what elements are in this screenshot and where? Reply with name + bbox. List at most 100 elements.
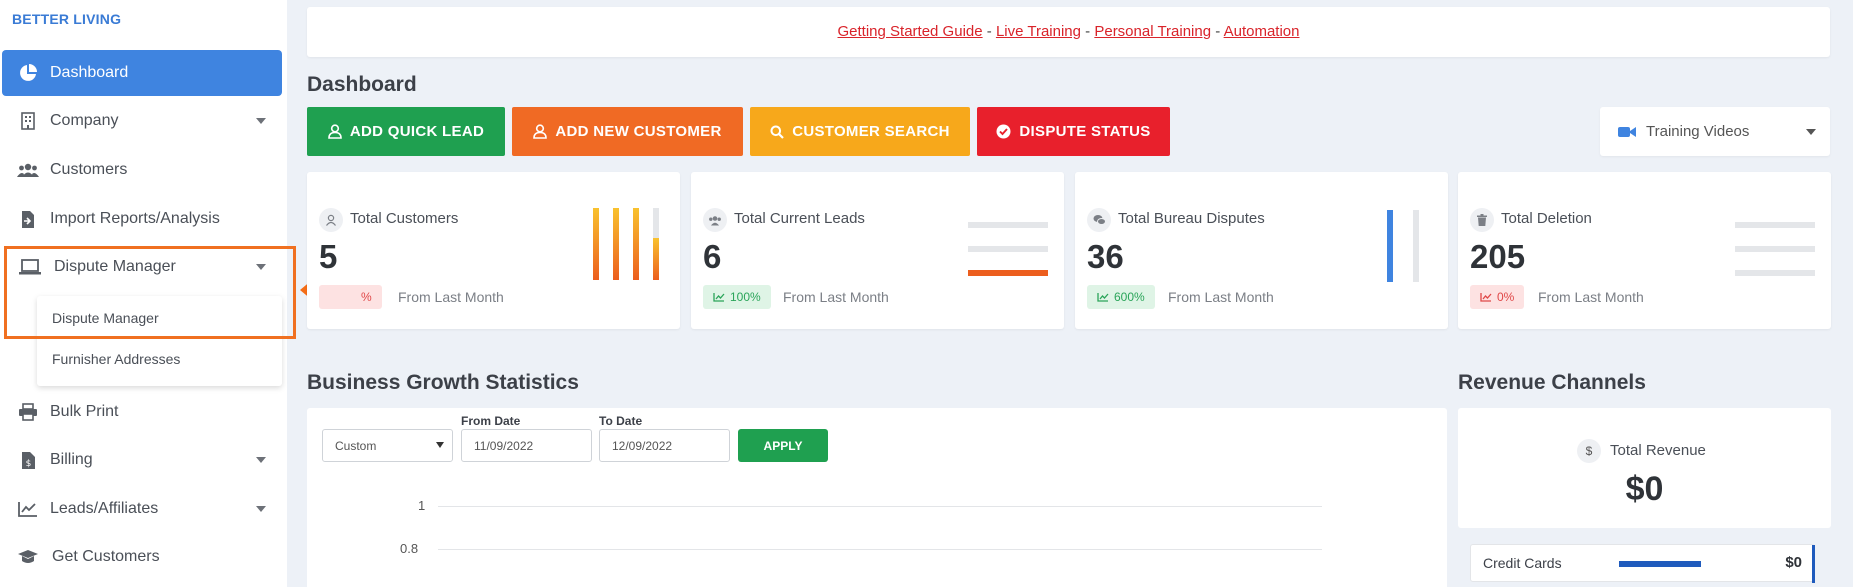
graduation-cap-icon [16,545,40,569]
badge-value: % [361,290,372,304]
gridline [438,506,1322,507]
change-badge: 0% [1470,285,1525,309]
file-import-icon [16,207,40,231]
personal-training-link[interactable]: Personal Training [1094,23,1211,40]
line-chart-icon [16,497,40,521]
pie-chart-icon [16,61,40,85]
sidebar-item-dashboard[interactable]: Dashboard [2,50,282,96]
separator: - [982,23,996,40]
sidebar-item-bulk-print[interactable]: Bulk Print [2,389,282,435]
sidebar-item-label: Dashboard [50,64,129,81]
automation-link[interactable]: Automation [1224,23,1300,40]
revenue-panel: $ Total Revenue $0 [1458,408,1831,528]
sidebar-item-customers[interactable]: Customers [2,147,282,193]
badge-value: 0% [1497,290,1515,304]
training-videos-label: Training Videos [1646,123,1750,140]
card-footnote: From Last Month [1168,289,1274,305]
dispute-status-button[interactable]: DISPUTE STATUS [977,107,1170,156]
sidebar-item-label: Bulk Print [50,403,119,420]
from-date-label: From Date [461,414,521,428]
select-value: Custom [335,438,377,453]
building-icon [16,109,40,133]
user-icon [319,208,343,232]
card-label: Total Bureau Disputes [1118,210,1265,227]
channel-accent [1812,545,1815,583]
revenue-channels-title: Revenue Channels [1458,371,1646,394]
business-growth-title: Business Growth Statistics [307,371,579,394]
check-circle-icon [996,124,1011,139]
channel-label: Credit Cards [1483,555,1562,571]
highlight-box [4,246,296,339]
svg-text:$: $ [25,459,31,469]
search-icon [770,125,784,139]
sidebar-item-label: Customers [50,161,128,178]
printer-icon [16,400,40,424]
from-date-input[interactable]: 11/09/2022 [461,429,592,462]
total-deletion-card[interactable]: Total Deletion 205 0% From Last Month [1458,172,1831,329]
mini-bar-chart [593,208,659,280]
page-title: Dashboard [307,73,417,96]
date-range-select[interactable]: Custom [322,429,453,462]
total-current-leads-card[interactable]: Total Current Leads 6 100% From Last Mon… [691,172,1064,329]
mini-bar-chart [968,222,1048,276]
card-footnote: From Last Month [783,289,889,305]
card-value: 5 [319,238,338,275]
change-badge: 600% [1087,285,1155,309]
total-revenue-label: Total Revenue [1610,442,1706,459]
chevron-down-icon [436,442,444,448]
sidebar-item-company[interactable]: Company [2,98,282,144]
sidebar-item-label: Leads/Affiliates [50,500,159,517]
separator: - [1211,23,1224,40]
apply-button[interactable]: APPLY [738,429,828,462]
input-value: 11/09/2022 [474,438,534,453]
card-value: 205 [1470,238,1526,275]
button-label: CUSTOMER SEARCH [792,123,950,140]
mini-bar-chart [1735,222,1815,276]
trend-up-icon [1480,292,1492,302]
y-axis-tick: 1 [418,498,426,513]
sidebar-item-label: Get Customers [52,548,160,565]
total-customers-card[interactable]: Total Customers 5 % From Last Month [307,172,680,329]
customer-search-button[interactable]: CUSTOMER SEARCH [750,107,970,156]
getting-started-guide-link[interactable]: Getting Started Guide [838,23,983,40]
live-training-link[interactable]: Live Training [996,23,1081,40]
training-videos-dropdown[interactable]: Training Videos [1600,107,1830,156]
total-bureau-disputes-card[interactable]: Total Bureau Disputes 36 600% From Last … [1075,172,1448,329]
mini-bar-chart [1387,210,1419,282]
sidebar-item-label: Company [50,112,119,129]
add-quick-lead-button[interactable]: ADD QUICK LEAD [307,107,505,156]
sidebar-item-label: Billing [50,451,93,468]
user-outline-icon [533,124,548,139]
card-footnote: From Last Month [1538,289,1644,305]
badge-value: 100% [730,290,761,304]
dollar-icon: $ [1577,439,1601,463]
revenue-channel-row: Credit Cards $0 [1470,544,1815,583]
chevron-down-icon [256,457,266,463]
channel-bar [1619,561,1701,567]
card-label: Total Deletion [1501,210,1592,227]
button-label: ADD QUICK LEAD [349,123,485,140]
submenu-item-furnisher-addresses[interactable]: Furnisher Addresses [52,351,180,367]
users-icon [16,158,40,182]
sidebar-item-get-customers[interactable]: Get Customers [2,534,282,580]
change-badge: 100% [703,285,771,309]
invoice-icon: $ [16,448,40,472]
badge-value: 600% [1114,290,1145,304]
add-new-customer-button[interactable]: ADD NEW CUSTOMER [512,107,743,156]
gridline [438,549,1322,550]
chevron-down-icon [256,118,266,124]
chevron-down-icon [1806,129,1816,135]
sidebar-item-import-reports[interactable]: Import Reports/Analysis [2,196,282,242]
button-label: ADD NEW CUSTOMER [555,123,722,140]
sidebar-item-leads-affiliates[interactable]: Leads/Affiliates [2,486,282,532]
to-date-input[interactable]: 12/09/2022 [599,429,730,462]
channel-value: $0 [1785,554,1802,571]
card-label: Total Current Leads [734,210,865,227]
y-axis-tick: 0.8 [400,541,419,556]
sidebar-item-billing[interactable]: $ Billing [2,437,282,483]
brand-logo[interactable]: BETTER LIVING [12,11,121,27]
card-footnote: From Last Month [398,289,504,305]
separator: - [1081,23,1095,40]
trend-up-icon [713,292,725,302]
total-revenue-value: $0 [1625,470,1664,508]
